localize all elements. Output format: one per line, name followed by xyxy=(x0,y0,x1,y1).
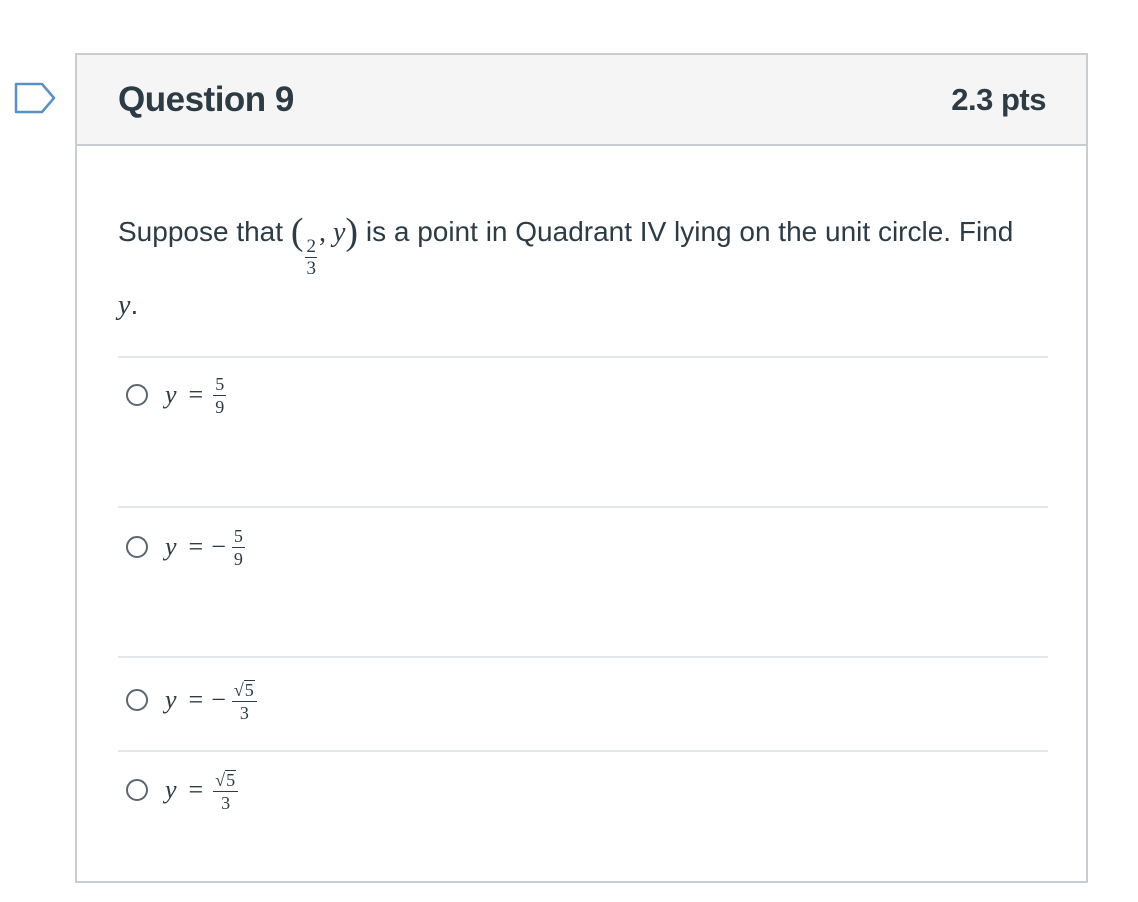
radicand-value: 5 xyxy=(225,770,237,790)
radicand-value: 5 xyxy=(243,680,255,700)
flag-question-icon[interactable] xyxy=(14,82,56,114)
answer-sign: − xyxy=(211,685,226,714)
point-numerator: 2 xyxy=(305,236,317,258)
numerator-value: 5 xyxy=(215,373,225,394)
open-paren: ( xyxy=(290,211,304,253)
answer-numerator: 5 xyxy=(213,373,227,396)
answer-divider xyxy=(118,356,1048,358)
radio-unchecked-icon[interactable] xyxy=(126,689,148,711)
answer-fraction: 5 9 xyxy=(213,373,227,417)
find-variable: y xyxy=(118,290,131,321)
answer-numerator: 5 xyxy=(231,525,245,548)
answer-sign: − xyxy=(211,532,226,561)
answer-expression: y = 5 9 xyxy=(165,373,227,417)
sqrt-icon: √ xyxy=(233,680,244,700)
answer-option[interactable]: y = √ 5 3 xyxy=(126,765,239,815)
question-card: Question 9 2.3 pts Suppose that (2 3, y) … xyxy=(75,53,1088,883)
question-header: Question 9 2.3 pts xyxy=(77,55,1086,146)
answer-divider xyxy=(118,750,1048,752)
question-text-before: Suppose that xyxy=(118,216,284,247)
answer-denominator: 9 xyxy=(233,548,243,569)
answer-fraction: √ 5 3 xyxy=(231,678,257,723)
answer-denominator: 3 xyxy=(239,703,249,723)
answer-expression: y = − 5 9 xyxy=(165,527,245,568)
point-variable: y xyxy=(332,217,346,248)
question-points: 2.3 pts xyxy=(951,81,1046,117)
radio-unchecked-icon[interactable] xyxy=(126,536,148,558)
answer-expression: y = − √ 5 3 xyxy=(165,678,257,722)
point-comma: , xyxy=(318,217,333,248)
answer-variable: y xyxy=(165,532,177,561)
answer-equals: = xyxy=(188,380,204,409)
answer-fraction: 5 9 xyxy=(231,525,245,569)
point-fraction: 23 xyxy=(305,237,317,278)
point-denominator: 3 xyxy=(306,258,316,279)
answer-divider xyxy=(118,656,1048,658)
answer-numerator: √ 5 xyxy=(213,768,239,792)
answer-variable: y xyxy=(165,685,177,714)
answer-divider xyxy=(118,506,1048,508)
answer-equals: = xyxy=(188,532,204,561)
question-text: Suppose that (2 3, y) is a point in Quadr… xyxy=(118,205,1018,333)
answer-denominator: 3 xyxy=(221,793,231,813)
question-title: Question 9 xyxy=(118,79,294,119)
question-text-after: is a point in Quadrant IV lying on the u… xyxy=(365,216,1014,247)
answer-option[interactable]: y = 5 9 xyxy=(126,370,227,420)
question-text-end: . xyxy=(130,289,139,320)
radio-unchecked-icon[interactable] xyxy=(126,779,148,801)
numerator-value: 5 xyxy=(233,525,243,546)
answer-variable: y xyxy=(165,380,177,409)
answer-fraction: √ 5 3 xyxy=(213,768,239,813)
answer-option[interactable]: y = − √ 5 3 xyxy=(126,675,257,725)
answer-option[interactable]: y = − 5 9 xyxy=(126,522,245,572)
answer-equals: = xyxy=(188,775,204,804)
radio-unchecked-icon[interactable] xyxy=(126,384,148,406)
close-paren: ) xyxy=(345,211,359,253)
answer-variable: y xyxy=(165,775,177,804)
answer-numerator: √ 5 xyxy=(231,678,257,702)
answer-expression: y = √ 5 3 xyxy=(165,768,239,813)
answer-denominator: 9 xyxy=(215,396,225,417)
sqrt-icon: √ xyxy=(215,770,226,790)
answer-equals: = xyxy=(188,685,204,714)
